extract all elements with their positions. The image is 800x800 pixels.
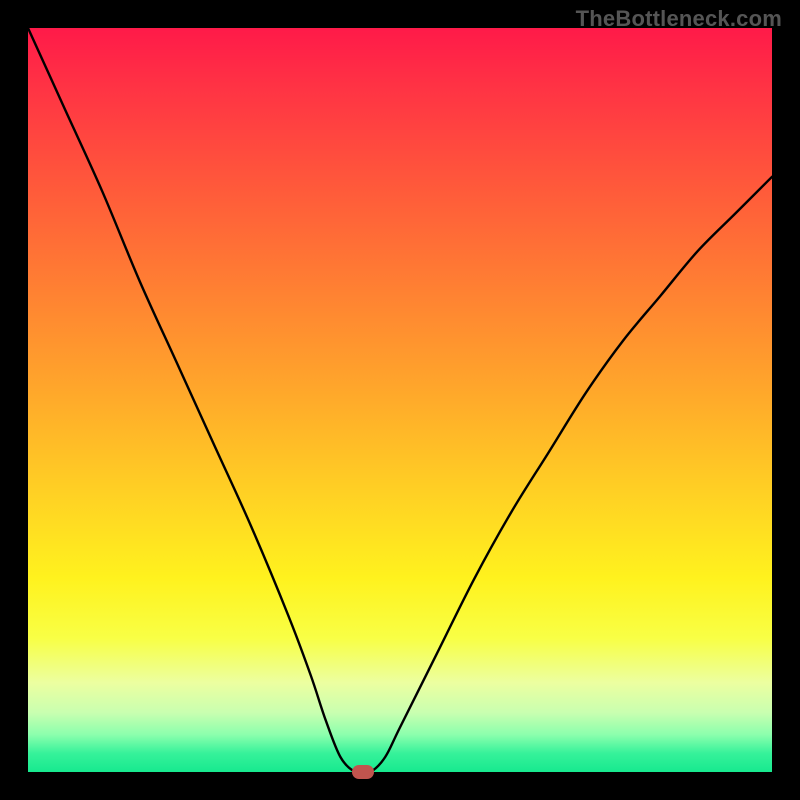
chart-frame: TheBottleneck.com <box>0 0 800 800</box>
optimal-point-marker <box>352 765 374 779</box>
plot-area <box>28 28 772 772</box>
bottleneck-curve <box>28 28 772 772</box>
